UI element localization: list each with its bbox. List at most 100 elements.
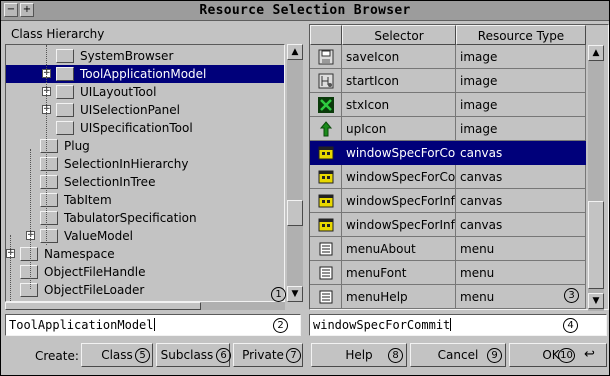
- icon-cell: [310, 237, 342, 261]
- selector-cell: stxIcon: [342, 93, 456, 117]
- scroll-down-arrow-icon[interactable]: ▼: [588, 293, 604, 309]
- tree-item[interactable]: + UISelectionPanel: [6, 101, 284, 119]
- title-bar[interactable]: − + Resource Selection Browser: [1, 1, 609, 21]
- class-icon: [56, 85, 74, 99]
- tree-item[interactable]: + ToolApplicationModel: [6, 65, 284, 83]
- create-class-button[interactable]: Class 5: [81, 343, 153, 367]
- class-icon: [20, 247, 38, 261]
- selector-cell: windowSpecForCommit: [342, 141, 456, 165]
- tree-item[interactable]: ObjectFileLoader: [6, 281, 284, 299]
- class-tree-vertical-scrollbar[interactable]: ▲ ▼: [287, 44, 303, 302]
- resource-table-vertical-scrollbar[interactable]: ▲ ▼: [588, 45, 604, 311]
- icon-cell: [310, 213, 342, 237]
- resource-type-cell: image: [456, 69, 586, 93]
- tree-item[interactable]: SelectionInHierarchy: [6, 155, 284, 173]
- class-name-input[interactable]: ToolApplicationModel: [5, 314, 301, 336]
- tree-item-label: Plug: [64, 139, 90, 153]
- tree-connector-line: [30, 149, 31, 289]
- icon-column-header: [310, 25, 342, 45]
- menu-icon: [318, 289, 334, 305]
- scroll-up-arrow-icon[interactable]: ▲: [588, 45, 604, 61]
- class-icon: [40, 175, 58, 189]
- icon-cell: [310, 69, 342, 93]
- tree-item[interactable]: SystemBrowser: [6, 47, 284, 65]
- tree-item[interactable]: UISpecificationTool: [6, 119, 284, 137]
- icon-cell: [310, 189, 342, 213]
- scroll-thumb[interactable]: [287, 200, 303, 226]
- help-button-label: Help: [345, 348, 373, 362]
- return-key-icon: ↩: [584, 347, 595, 362]
- tree-item[interactable]: TabItem: [6, 191, 284, 209]
- table-row[interactable]: saveIcon image: [310, 45, 586, 69]
- table-row[interactable]: menuHelp menu: [310, 285, 586, 309]
- help-button[interactable]: Help 8: [311, 343, 407, 367]
- create-private-button[interactable]: Private 7: [233, 343, 303, 367]
- resource-table[interactable]: Selector Resource Type saveIcon image star…: [309, 24, 609, 311]
- start-icon: [318, 73, 334, 89]
- table-row[interactable]: windowSpecForInfo canvas: [310, 189, 586, 213]
- tree-item-label: ObjectFileHandle: [44, 265, 146, 279]
- tree-item-label: UISelectionPanel: [80, 103, 180, 117]
- create-subclass-button[interactable]: Subclass 6: [156, 343, 231, 367]
- resource-type-cell: canvas: [456, 141, 586, 165]
- callout-marker-2: 2: [273, 318, 288, 333]
- text-caret: [450, 318, 452, 331]
- tree-item[interactable]: Plug: [6, 137, 284, 155]
- class-icon: [40, 211, 58, 225]
- icon-cell: [310, 261, 342, 285]
- tree-item-label: ValueModel: [64, 229, 133, 243]
- tree-item-label: ToolApplicationModel: [80, 67, 207, 81]
- table-row[interactable]: windowSpecForCommitcanvas: [310, 141, 586, 165]
- tree-item-label: UILayoutTool: [80, 85, 157, 99]
- table-row[interactable]: windowSpecForCommitcanvas: [310, 165, 586, 189]
- tree-item[interactable]: ObjectFileHandle: [6, 263, 284, 281]
- ok-button[interactable]: OK 10 ↩: [509, 343, 607, 367]
- table-row[interactable]: startIcon image: [310, 69, 586, 93]
- window-spec-icon: [318, 217, 334, 233]
- class-icon: [20, 265, 38, 279]
- table-row[interactable]: upIcon image: [310, 117, 586, 141]
- selector-cell: menuFont: [342, 261, 456, 285]
- tree-item[interactable]: + UILayoutTool: [6, 83, 284, 101]
- icon-cell: [310, 45, 342, 69]
- callout-marker-10: 10: [558, 348, 575, 363]
- class-name-value: ToolApplicationModel: [9, 318, 154, 332]
- scroll-thumb[interactable]: [588, 201, 604, 289]
- tree-item[interactable]: TabulatorSpecification: [6, 209, 284, 227]
- table-row[interactable]: stxIcon image: [310, 93, 586, 117]
- horizontal-scroll-thumb[interactable]: [5, 302, 201, 310]
- resource-type-cell: menu: [456, 237, 586, 261]
- class-icon: [56, 67, 74, 81]
- resource-type-cell: image: [456, 117, 586, 141]
- class-icon: [20, 283, 38, 297]
- table-row[interactable]: windowSpecForInfo canvas: [310, 213, 586, 237]
- save-icon: [318, 49, 334, 65]
- cancel-button[interactable]: Cancel 9: [410, 343, 506, 367]
- tree-item[interactable]: SelectionInTree: [6, 173, 284, 191]
- icon-cell: [310, 141, 342, 165]
- class-icon: [40, 229, 58, 243]
- class-hierarchy-tree[interactable]: SystemBrowser + ToolApplicationModel + UILay…: [5, 44, 285, 302]
- callout-marker-8: 8: [388, 348, 403, 363]
- text-caret: [153, 318, 155, 331]
- callout-marker-3: 3: [564, 288, 579, 303]
- icon-cell: [310, 117, 342, 141]
- class-tree-horizontal-scrollbar[interactable]: [5, 302, 285, 310]
- scroll-down-arrow-icon[interactable]: ▼: [287, 286, 303, 302]
- table-row[interactable]: menuFont menu: [310, 261, 586, 285]
- window-spec-icon: [318, 169, 334, 185]
- table-row[interactable]: menuAbout menu: [310, 237, 586, 261]
- scroll-up-arrow-icon[interactable]: ▲: [287, 44, 303, 60]
- tree-item[interactable]: + ValueModel: [6, 227, 284, 245]
- class-icon: [40, 193, 58, 207]
- tree-connector-line: [10, 235, 11, 301]
- selector-value: windowSpecForCommit: [313, 318, 451, 332]
- tree-item[interactable]: + Namespace: [6, 245, 284, 263]
- selector-cell: menuHelp: [342, 285, 456, 309]
- icon-cell: [310, 165, 342, 189]
- selector-column-header[interactable]: Selector: [342, 25, 456, 45]
- resource-type-column-header[interactable]: Resource Type: [456, 25, 586, 45]
- private-button-label: Private: [242, 348, 284, 362]
- class-hierarchy-label: Class Hierarchy: [11, 27, 105, 41]
- tree-item-label: TabItem: [64, 193, 112, 207]
